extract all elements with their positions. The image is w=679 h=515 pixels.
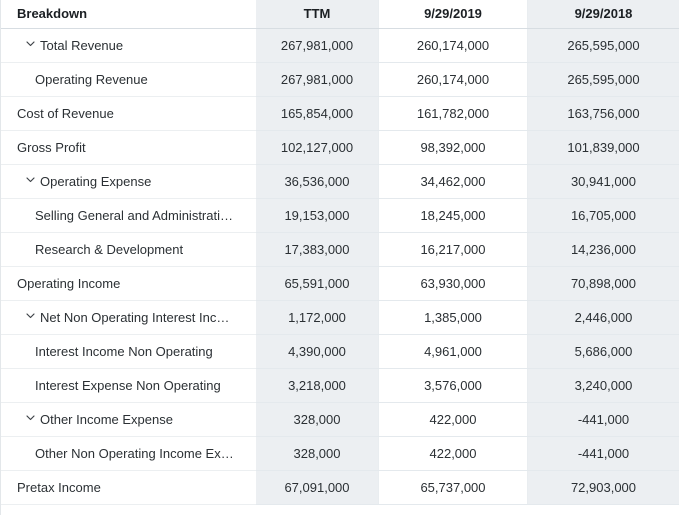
cell-fy2019: 63,930,000 [378,267,528,300]
breakdown-column: Breakdown Total Revenue Operating Revenue… [0,0,256,515]
cell-ttm: 328,000 [256,403,378,436]
table-row-values: 67,091,000 65,737,000 72,903,000 [256,471,679,505]
column-header-fy2018[interactable]: 9/29/2018 [528,0,679,28]
table-row[interactable]: Selling General and Administrati… [1,199,256,233]
cell-fy2018: 265,595,000 [528,29,679,62]
table-row[interactable]: Other Income Expense [1,403,256,437]
table-row-values: 36,536,000 34,462,000 30,941,000 [256,165,679,199]
cell-fy2018: 163,756,000 [528,97,679,130]
cell-ttm: 19,153,000 [256,199,378,232]
cell-ttm: 3,218,000 [256,369,378,402]
cell-fy2018: 30,941,000 [528,165,679,198]
cell-fy2019: 260,174,000 [378,29,528,62]
cell-ttm: 267,981,000 [256,63,378,96]
cell-fy2019: 4,961,000 [378,335,528,368]
cell-ttm: 36,536,000 [256,165,378,198]
table-row[interactable]: Operating Income [1,267,256,301]
chevron-down-icon[interactable] [25,174,39,188]
cell-ttm: 267,981,000 [256,29,378,62]
row-label: Selling General and Administrati… [35,208,233,223]
cell-fy2018: 265,595,000 [528,63,679,96]
row-label: Net Non Operating Interest Inc… [40,310,230,325]
cell-fy2018: 3,240,000 [528,369,679,402]
table-row-values: 65,591,000 63,930,000 70,898,000 [256,267,679,301]
cell-fy2018: 5,686,000 [528,335,679,368]
row-label: Gross Profit [17,140,86,155]
table-row-values: 328,000 422,000 -441,000 [256,437,679,471]
cell-ttm: 65,591,000 [256,267,378,300]
cell-fy2018: 72,903,000 [528,471,679,504]
table-row-values: 3,218,000 3,576,000 3,240,000 [256,369,679,403]
row-label: Other Income Expense [40,412,173,427]
cell-fy2019: 65,737,000 [378,471,528,504]
cell-fy2019: 422,000 [378,437,528,470]
table-row[interactable]: Total Revenue [1,29,256,63]
cell-ttm: 4,390,000 [256,335,378,368]
row-label: Operating Income [17,276,121,291]
row-label: Research & Development [35,242,184,257]
cell-fy2019: 1,385,000 [378,301,528,334]
cell-ttm: 67,091,000 [256,471,378,504]
column-header-ttm[interactable]: TTM [256,0,378,28]
cell-ttm: 1,172,000 [256,301,378,334]
cell-fy2019: 34,462,000 [378,165,528,198]
data-header-row: TTM 9/29/2019 9/29/2018 [256,0,679,29]
table-row[interactable]: Interest Expense Non Operating [1,369,256,403]
table-row-values: 4,390,000 4,961,000 5,686,000 [256,335,679,369]
table-row[interactable]: Pretax Income [1,471,256,505]
cell-fy2018: 70,898,000 [528,267,679,300]
table-row-values: 267,981,000 260,174,000 265,595,000 [256,63,679,97]
chevron-down-icon[interactable] [25,412,39,426]
table-row[interactable]: Interest Income Non Operating [1,335,256,369]
breakdown-header-row: Breakdown [1,0,256,29]
cell-fy2018: 16,705,000 [528,199,679,232]
cell-ttm: 102,127,000 [256,131,378,164]
table-row[interactable]: Net Non Operating Interest Inc… [1,301,256,335]
chevron-down-icon[interactable] [25,310,39,324]
table-row[interactable]: Cost of Revenue [1,97,256,131]
row-label: Pretax Income [17,480,101,495]
table-row[interactable]: Other Non Operating Income Ex… [1,437,256,471]
financial-statement-table: Breakdown Total Revenue Operating Revenue… [0,0,679,515]
cell-fy2018: 101,839,000 [528,131,679,164]
cell-fy2018: 14,236,000 [528,233,679,266]
table-row-values: 1,172,000 1,385,000 2,446,000 [256,301,679,335]
table-row[interactable]: Operating Expense [1,165,256,199]
cell-fy2019: 16,217,000 [378,233,528,266]
breakdown-rows: Total Revenue Operating Revenue Cost of Re… [1,29,256,505]
row-label: Cost of Revenue [17,106,114,121]
cell-ttm: 17,383,000 [256,233,378,266]
table-row[interactable]: Research & Development [1,233,256,267]
cell-fy2019: 3,576,000 [378,369,528,402]
table-row-values: 328,000 422,000 -441,000 [256,403,679,437]
cell-ttm: 165,854,000 [256,97,378,130]
row-label: Total Revenue [40,38,124,53]
cell-fy2018: -441,000 [528,437,679,470]
cell-fy2019: 98,392,000 [378,131,528,164]
chevron-down-icon[interactable] [25,38,39,52]
cell-fy2019: 18,245,000 [378,199,528,232]
table-row-values: 267,981,000 260,174,000 265,595,000 [256,29,679,63]
row-label: Operating Revenue [35,72,148,87]
data-rows: 267,981,000 260,174,000 265,595,000 267,981… [256,29,679,505]
data-columns: TTM 9/29/2019 9/29/2018 267,981,000 260,1… [256,0,679,515]
cell-fy2019: 161,782,000 [378,97,528,130]
cell-fy2018: -441,000 [528,403,679,436]
row-label: Interest Income Non Operating [35,344,213,359]
column-header-fy2019[interactable]: 9/29/2019 [378,0,528,28]
cell-fy2018: 2,446,000 [528,301,679,334]
row-label: Interest Expense Non Operating [35,378,221,393]
table-row-values: 165,854,000 161,782,000 163,756,000 [256,97,679,131]
row-label: Other Non Operating Income Ex… [35,446,234,461]
table-row-values: 19,153,000 18,245,000 16,705,000 [256,199,679,233]
row-label: Operating Expense [40,174,152,189]
table-row[interactable]: Operating Revenue [1,63,256,97]
column-header-breakdown[interactable]: Breakdown [1,0,256,29]
cell-ttm: 328,000 [256,437,378,470]
table-row-values: 17,383,000 16,217,000 14,236,000 [256,233,679,267]
cell-fy2019: 422,000 [378,403,528,436]
table-row-values: 102,127,000 98,392,000 101,839,000 [256,131,679,165]
table-row[interactable]: Gross Profit [1,131,256,165]
cell-fy2019: 260,174,000 [378,63,528,96]
